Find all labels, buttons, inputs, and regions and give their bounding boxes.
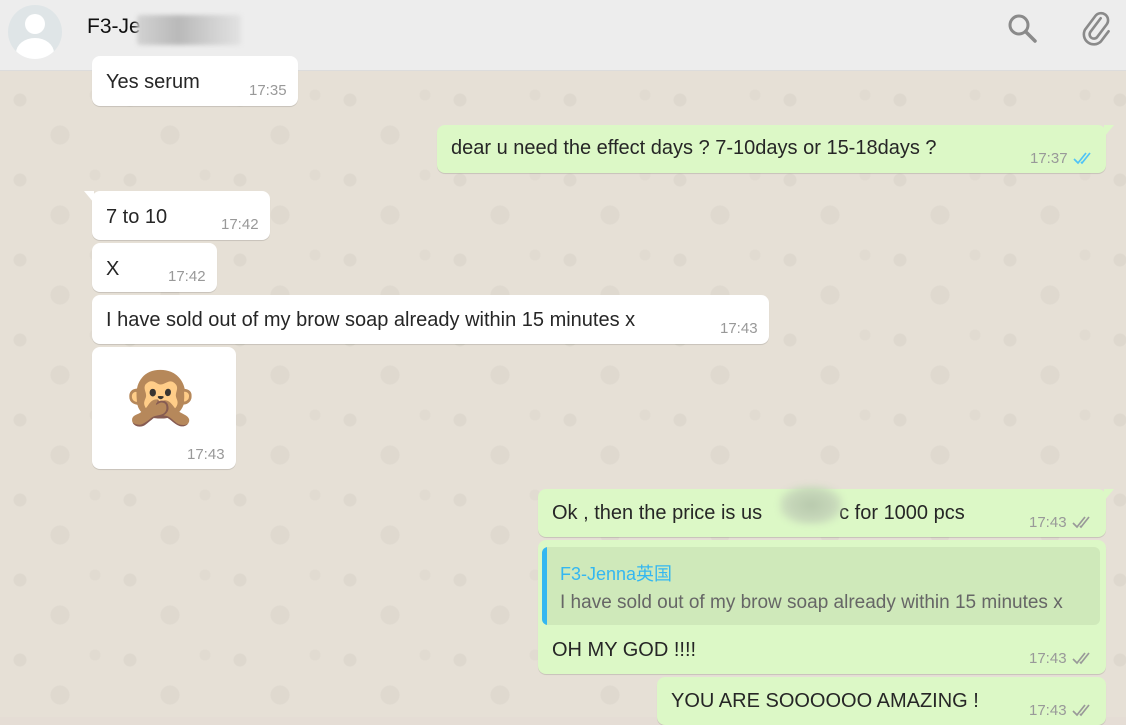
message-text: OH MY GOD !!!!: [552, 639, 697, 661]
quote-accent-bar: [542, 547, 547, 625]
avatar[interactable]: [8, 5, 62, 59]
paperclip-icon[interactable]: [1078, 10, 1114, 46]
message-time: 17:42: [168, 268, 206, 285]
quoted-sender: F3-Jenna英国: [560, 564, 673, 584]
message-time: 17:43: [1029, 702, 1067, 719]
search-icon[interactable]: [1004, 10, 1040, 46]
message-incoming[interactable]: 7 to 10 17:42: [84, 191, 270, 240]
quoted-message[interactable]: F3-Jenna英国 I have sold out of my brow so…: [542, 547, 1100, 625]
message-time: 17:42: [221, 216, 259, 233]
message-outgoing[interactable]: Ok , then the price is us c for 1000 pcs …: [538, 485, 1114, 537]
quoted-text: I have sold out of my brow soap already …: [560, 592, 1063, 613]
message-time: 17:43: [720, 320, 758, 337]
message-outgoing[interactable]: YOU ARE SOOOOOO AMAZING ! 17:43: [657, 677, 1106, 725]
message-outgoing[interactable]: dear u need the effect days ? 7-10days o…: [437, 125, 1114, 173]
bubble-tail: [84, 191, 94, 203]
contact-name[interactable]: F3-Je: [87, 15, 141, 39]
bubble-tail: [1104, 489, 1114, 501]
message-incoming[interactable]: Yes serum 17:35: [92, 56, 298, 106]
monkey-sticker-icon[interactable]: 🙊: [122, 361, 199, 433]
message-text: I have sold out of my brow soap already …: [106, 309, 636, 331]
bubble-tail: [1104, 125, 1114, 137]
message-text: 7 to 10: [106, 206, 168, 228]
message-text: dear u need the effect days ? 7-10days o…: [451, 137, 937, 159]
redacted-name: [137, 15, 241, 45]
message-time: 17:43: [187, 446, 225, 463]
message-text-part: c for 1000 pcs: [839, 502, 965, 524]
redacted-price: [779, 485, 843, 525]
delivered-ticks-icon: [1072, 704, 1090, 717]
delivered-ticks-icon: [1072, 516, 1090, 529]
message-time: 17:37: [1030, 150, 1068, 167]
avatar-head: [25, 14, 45, 34]
message-incoming-sticker[interactable]: 🙊 17:43: [92, 347, 236, 469]
read-ticks-icon: [1073, 152, 1091, 165]
message-incoming[interactable]: X 17:42: [92, 243, 217, 292]
message-text: Yes serum: [106, 71, 200, 93]
message-text: X: [106, 258, 120, 280]
message-text-part: Ok , then the price is us: [552, 502, 763, 524]
message-outgoing-reply[interactable]: F3-Jenna英国 I have sold out of my brow so…: [538, 540, 1106, 674]
message-time: 17:43: [1029, 514, 1067, 531]
message-time: 17:43: [1029, 650, 1067, 667]
avatar-body: [16, 38, 54, 59]
message-text: Ok , then the price is us c for 1000 pcs: [552, 502, 965, 525]
message-incoming[interactable]: I have sold out of my brow soap already …: [92, 295, 769, 344]
message-text: YOU ARE SOOOOOO AMAZING !: [671, 690, 979, 712]
message-time: 17:35: [249, 82, 287, 99]
delivered-ticks-icon: [1072, 652, 1090, 665]
